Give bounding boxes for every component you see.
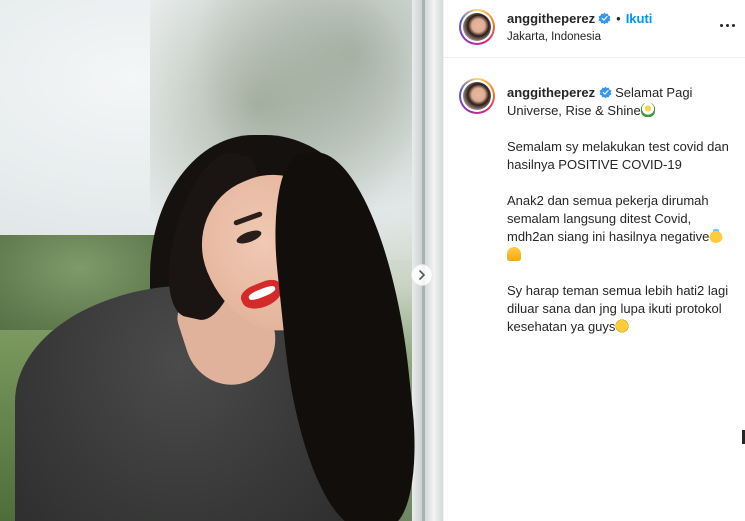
separator-dot: • <box>616 11 621 26</box>
window-frame-edge <box>422 0 425 521</box>
more-options-icon <box>719 23 723 27</box>
caption-username-link[interactable]: anggitheperez <box>507 85 595 100</box>
chevron-right-icon <box>419 270 425 280</box>
caption-paragraph-3: Anak2 dan semua pekerja dirumah semalam … <box>507 193 710 244</box>
caption-paragraph-2: Semalam sy melakukan test covid dan hasi… <box>507 139 729 172</box>
header-user-row: anggitheperez • Ikuti <box>507 11 652 26</box>
location-link[interactable]: Jakarta, Indonesia <box>507 31 601 43</box>
window-frame <box>412 0 443 521</box>
post-header: anggitheperez • Ikuti Jakarta, Indonesia <box>444 0 745 58</box>
flower-emoji-icon <box>640 103 655 117</box>
more-options-button[interactable] <box>716 16 738 34</box>
folded-hands-emoji-icon <box>507 247 521 261</box>
follow-button[interactable]: Ikuti <box>626 11 653 26</box>
smiling-halo-emoji-icon <box>709 229 724 243</box>
smile-emoji-icon <box>615 319 630 333</box>
verified-badge-icon <box>598 12 611 25</box>
avatar[interactable] <box>459 9 495 45</box>
caption-avatar[interactable] <box>459 78 495 114</box>
carousel-next-button[interactable] <box>411 264 433 286</box>
post-caption: anggitheperez Selamat Pagi Universe, Ris… <box>507 84 737 336</box>
verified-badge-icon <box>599 86 612 99</box>
post-side-panel: anggitheperez • Ikuti Jakarta, Indonesia… <box>443 0 745 521</box>
post-photo[interactable] <box>0 0 443 521</box>
username-link[interactable]: anggitheperez <box>507 11 595 26</box>
